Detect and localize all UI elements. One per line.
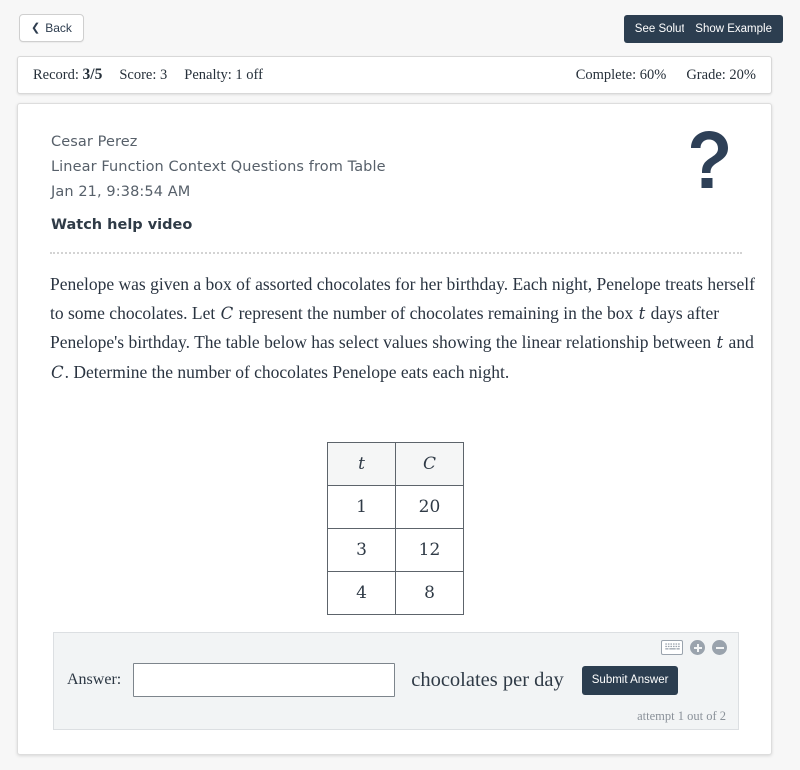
score-value: 3: [160, 67, 168, 83]
problem-text-part-4: and: [724, 332, 754, 352]
penalty-label: Penalty:: [184, 67, 232, 83]
grade-stat: Grade: 20%: [686, 67, 756, 84]
answer-tools: [661, 640, 727, 655]
score-label: Score:: [119, 67, 157, 83]
watch-help-video-link[interactable]: Watch help video: [51, 213, 192, 238]
table-row: 3 12: [327, 528, 464, 572]
math-var-C-1: C: [220, 303, 234, 323]
submit-answer-button[interactable]: Submit Answer: [581, 665, 679, 695]
section-divider: [50, 252, 742, 254]
answer-unit-label: chocolates per day: [411, 668, 564, 691]
record-label: Record:: [33, 67, 79, 83]
table-cell-t: 4: [327, 571, 396, 615]
attempt-counter: attempt 1 out of 2: [637, 709, 726, 723]
complete-value: 60%: [639, 66, 667, 83]
status-bar-left-group: Record: 3/5 Score: 3 Penalty: 1 off: [33, 66, 263, 84]
data-table-container: t C 1 20 3 12 4 8: [18, 442, 773, 615]
assignment-meta: Cesar Perez Linear Function Context Ques…: [51, 130, 671, 238]
top-toolbar: ❮ Back See Solution Show Example: [0, 0, 800, 52]
table-cell-t: 1: [327, 485, 396, 529]
grade-value: 20%: [729, 66, 756, 83]
status-bar: Record: 3/5 Score: 3 Penalty: 1 off Comp…: [17, 56, 772, 94]
problem-text-part-5: . Determine the number of chocolates Pen…: [64, 361, 510, 382]
record-value: 3/5: [82, 66, 103, 83]
chevron-left-icon: ❮: [31, 21, 41, 34]
status-bar-right-group: Complete: 60% Grade: 20%: [576, 67, 756, 84]
keyboard-icon[interactable]: [661, 640, 683, 655]
answer-input[interactable]: [133, 663, 396, 697]
answer-row: Answer: chocolates per day Submit Answer: [67, 663, 726, 697]
data-table: t C 1 20 3 12 4 8: [327, 442, 464, 615]
answer-panel: Answer: chocolates per day Submit Answer…: [53, 632, 739, 730]
table-header-C: C: [395, 442, 464, 486]
table-header-t: t: [327, 442, 396, 486]
student-name: Cesar Perez: [51, 134, 138, 150]
show-example-button[interactable]: Show Example: [684, 15, 783, 43]
back-button[interactable]: ❮ Back: [19, 14, 84, 42]
assignment-title: Linear Function Context Questions from T…: [51, 159, 386, 175]
grade-label: Grade:: [686, 66, 726, 83]
penalty-value: 1 off: [235, 67, 263, 83]
zoom-out-icon[interactable]: [712, 640, 727, 655]
math-var-t-1: t: [638, 303, 646, 323]
table-row: 4 8: [327, 571, 464, 615]
score-stat: Score: 3: [119, 67, 167, 84]
table-cell-t: 3: [327, 528, 396, 572]
table-row: 1 20: [327, 485, 464, 529]
penalty-stat: Penalty: 1 off: [184, 67, 263, 84]
complete-stat: Complete: 60%: [576, 67, 667, 84]
answer-label: Answer:: [67, 671, 122, 688]
problem-card: Cesar Perez Linear Function Context Ques…: [17, 103, 772, 755]
table-cell-C: 8: [395, 571, 464, 615]
table-cell-C: 12: [395, 528, 464, 572]
zoom-in-icon[interactable]: [690, 640, 705, 655]
complete-label: Complete:: [575, 66, 637, 83]
problem-statement: Penelope was given a box of assorted cho…: [50, 270, 762, 387]
question-mark-icon: [683, 129, 735, 189]
back-button-label: Back: [45, 21, 72, 35]
table-header-row: t C: [327, 442, 464, 486]
problem-text-part-2: represent the number of chocolates remai…: [234, 302, 638, 323]
math-var-t-2: t: [716, 333, 724, 352]
math-var-C-2: C: [51, 362, 64, 382]
assignment-timestamp: Jan 21, 9:38:54 AM: [51, 184, 191, 200]
record-stat: Record: 3/5: [33, 66, 102, 84]
table-cell-C: 20: [395, 485, 464, 529]
